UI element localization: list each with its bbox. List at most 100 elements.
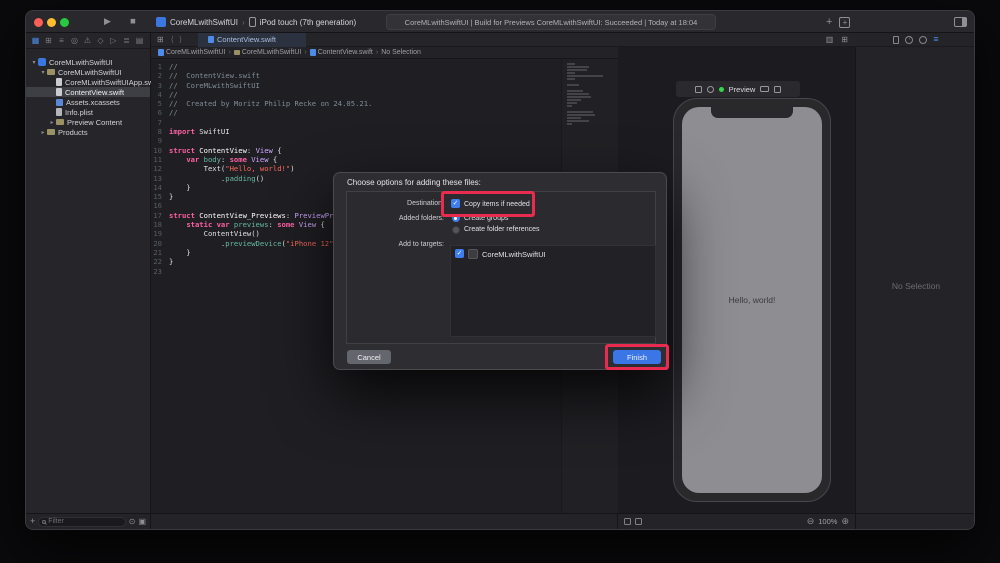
file-inspector-icon[interactable] bbox=[893, 36, 899, 44]
source-control-navigator-icon[interactable]: ⊞ bbox=[44, 37, 53, 45]
issue-navigator-icon[interactable]: ⚠ bbox=[83, 37, 92, 45]
code-token: } bbox=[169, 183, 191, 192]
line-number: 21 bbox=[151, 248, 169, 257]
create-folder-references-label[interactable]: Create folder references bbox=[464, 226, 539, 233]
forward-icon[interactable]: ⟩ bbox=[179, 36, 182, 44]
breadcrumb-label: CoreMLwithSwiftUI bbox=[166, 49, 226, 56]
stop-button[interactable]: ◼ bbox=[130, 18, 136, 25]
tree-item[interactable]: ▸Preview Content bbox=[26, 117, 150, 127]
back-icon[interactable]: ⟨ bbox=[171, 36, 174, 44]
tree-item[interactable]: ▾CoreMLwithSwiftUI bbox=[26, 57, 150, 67]
code-line: 4// bbox=[151, 90, 561, 99]
preview-live-dot-icon bbox=[719, 87, 724, 92]
symbol-navigator-icon[interactable]: ≡ bbox=[57, 37, 66, 45]
create-folder-references-radio[interactable] bbox=[452, 226, 460, 234]
scheme-selector[interactable]: CoreMLwithSwiftUI › iPod touch (7th gene… bbox=[156, 11, 356, 33]
code-token: "Hello, world!" bbox=[225, 164, 290, 173]
maximize-button[interactable] bbox=[60, 18, 69, 27]
test-navigator-icon[interactable]: ◇ bbox=[96, 37, 105, 45]
zoom-in-icon[interactable]: ⊕ bbox=[841, 517, 849, 526]
minimap-line bbox=[567, 63, 575, 65]
line-number: 11 bbox=[151, 155, 169, 164]
disclosure-triangle-icon[interactable]: ▸ bbox=[39, 129, 47, 136]
add-file-icon[interactable]: + bbox=[30, 517, 35, 526]
code-token: "iPhone 12" bbox=[286, 239, 334, 248]
create-groups-label[interactable]: Create groups bbox=[464, 215, 508, 222]
preview-device-icon[interactable] bbox=[760, 86, 769, 92]
split-editor-icon[interactable]: ▥ bbox=[826, 36, 834, 44]
history-inspector-icon[interactable] bbox=[919, 36, 927, 44]
toggle-inspector-icon[interactable] bbox=[954, 17, 967, 27]
code-token: : bbox=[269, 220, 278, 229]
code-token: Text( bbox=[169, 164, 225, 173]
debug-navigator-icon[interactable]: ▷ bbox=[109, 37, 118, 45]
tree-item[interactable]: Assets.xcassets bbox=[26, 97, 150, 107]
preview-toolbar: Preview bbox=[676, 81, 800, 97]
minimap-line bbox=[567, 117, 581, 119]
quick-help-icon[interactable]: ? bbox=[905, 36, 913, 44]
find-navigator-icon[interactable]: ◎ bbox=[70, 37, 79, 45]
iphone-notch bbox=[711, 107, 793, 118]
breadcrumb[interactable]: ContentView.swift bbox=[310, 49, 373, 56]
tree-item[interactable]: ContentView.swift bbox=[26, 87, 150, 97]
minimize-button[interactable] bbox=[47, 18, 56, 27]
copy-items-checkbox[interactable]: ✓ bbox=[451, 199, 460, 208]
tree-item[interactable]: Info.plist bbox=[26, 107, 150, 117]
canvas-grid-icon[interactable] bbox=[635, 518, 642, 525]
breadcrumb[interactable]: No Selection bbox=[381, 49, 421, 56]
preview-share-icon[interactable] bbox=[774, 86, 781, 93]
finish-button[interactable]: Finish bbox=[613, 350, 661, 364]
disclosure-triangle-icon[interactable]: ▾ bbox=[39, 69, 47, 76]
zoom-level[interactable]: 100% bbox=[818, 517, 837, 526]
breadcrumb[interactable]: CoreMLwithSwiftUI bbox=[234, 49, 302, 56]
report-navigator-icon[interactable]: ▤ bbox=[135, 37, 144, 45]
minimap-line bbox=[567, 99, 581, 101]
tree-item[interactable]: ▾CoreMLwithSwiftUI bbox=[26, 67, 150, 77]
minimap-line bbox=[567, 114, 595, 116]
breadcrumb[interactable]: CoreMLwithSwiftUI bbox=[158, 49, 226, 56]
activity-status[interactable]: CoreMLwithSwiftUI | Build for Previews C… bbox=[386, 14, 716, 30]
code-token: // bbox=[169, 62, 178, 71]
filter-input[interactable]: Filter bbox=[38, 517, 125, 527]
preview-inspect-icon[interactable] bbox=[707, 86, 714, 93]
recent-files-icon[interactable]: ⊙ bbox=[129, 518, 136, 526]
project-navigator-icon[interactable]: ▦ bbox=[31, 37, 40, 45]
tree-item[interactable]: CoreMLwithSwiftUIApp.swift bbox=[26, 77, 150, 87]
minimap-line bbox=[567, 66, 589, 68]
folder-icon bbox=[47, 69, 55, 75]
disclosure-triangle-icon[interactable]: ▾ bbox=[30, 59, 38, 66]
disclosure-triangle-icon[interactable]: ▸ bbox=[48, 119, 56, 126]
minimap-line bbox=[567, 75, 603, 77]
line-number: 10 bbox=[151, 146, 169, 155]
add-to-targets-label: Add to targets: bbox=[344, 241, 444, 248]
copy-items-label[interactable]: Copy items if needed bbox=[464, 201, 530, 208]
library-icon[interactable]: + bbox=[839, 17, 850, 28]
preview-variants-icon[interactable] bbox=[695, 86, 702, 93]
destination-label: Destination: bbox=[344, 200, 444, 207]
target-checkbox[interactable]: ✓ bbox=[455, 249, 464, 258]
line-number: 1 bbox=[151, 62, 169, 71]
tree-item[interactable]: ▸Products bbox=[26, 127, 150, 137]
create-groups-radio[interactable] bbox=[452, 214, 460, 222]
breakpoint-navigator-icon[interactable]: ≣ bbox=[122, 37, 131, 45]
close-button[interactable] bbox=[34, 18, 43, 27]
minimap-line bbox=[567, 69, 587, 71]
run-button[interactable]: ▶ bbox=[104, 17, 111, 26]
add-button[interactable]: + bbox=[826, 17, 832, 28]
attributes-inspector-icon[interactable]: ≡ bbox=[933, 35, 938, 44]
folder-icon bbox=[56, 119, 64, 125]
bottom-bar: + Filter ⊙ ▣ ⊖ 100% ⊕ bbox=[26, 513, 974, 529]
related-items-icon[interactable]: ⊞ bbox=[157, 36, 164, 44]
targets-list bbox=[450, 245, 656, 337]
line-number: 7 bbox=[151, 118, 169, 127]
cancel-button[interactable]: Cancel bbox=[347, 350, 391, 364]
app-target-icon bbox=[156, 17, 166, 27]
navigator-tab-bar: ▦ ⊞ ≡ ◎ ⚠ ◇ ▷ ≣ ▤ bbox=[26, 33, 150, 49]
tab-contentview[interactable]: ContentView.swift bbox=[198, 33, 306, 47]
folder-icon bbox=[47, 129, 55, 135]
add-editor-icon[interactable]: ⊞ bbox=[841, 36, 848, 44]
zoom-out-icon[interactable]: ⊖ bbox=[807, 517, 815, 526]
source-control-status-icon[interactable]: ▣ bbox=[138, 518, 146, 526]
code-token: View bbox=[251, 155, 268, 164]
canvas-settings-icon[interactable] bbox=[624, 518, 631, 525]
